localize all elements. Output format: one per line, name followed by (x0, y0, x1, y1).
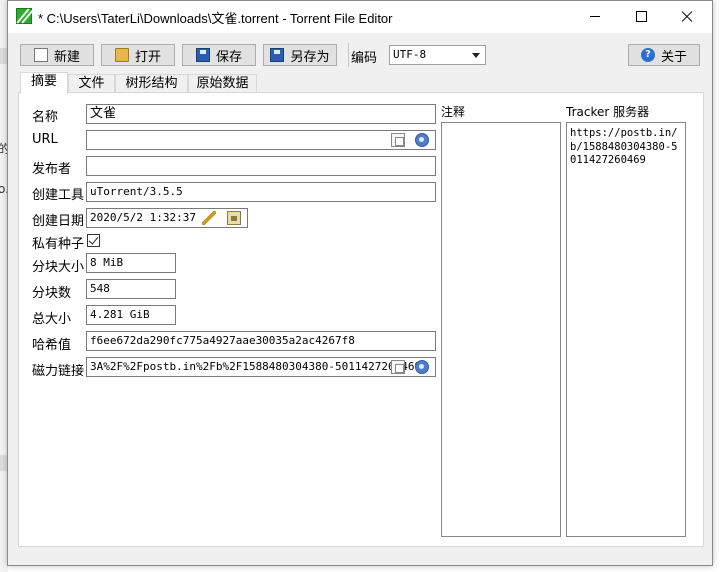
save-button[interactable]: 保存 (182, 44, 256, 66)
magnet-link-label: 磁力链接 (32, 364, 85, 379)
tracker-servers-textarea[interactable]: https://postb.in/b/1588480304380-5011427… (566, 122, 686, 537)
tab-files[interactable]: 文件 (68, 74, 115, 93)
url-label: URL (32, 132, 58, 147)
maximize-button[interactable] (618, 1, 664, 33)
creation-date-field[interactable]: 2020/5/2 1:32:37 (86, 208, 248, 228)
save-as-button-label: 另存为 (290, 49, 330, 65)
publisher-label: 发布者 (32, 162, 72, 177)
title-bar[interactable]: * C:\Users\TaterLi\Downloads\文雀.torrent … (8, 1, 712, 33)
window-title: * C:\Users\TaterLi\Downloads\文雀.torrent … (38, 11, 393, 26)
name-label: 名称 (32, 110, 59, 125)
folder-icon (114, 48, 129, 62)
piece-size-field[interactable]: 8 MiB (86, 253, 176, 273)
encoding-value: UTF-8 (393, 48, 427, 61)
tracker-servers-label: Tracker 服务器 (566, 105, 650, 119)
open-button-label: 打开 (134, 49, 161, 65)
open-button[interactable]: 打开 (101, 44, 175, 66)
tab-tree[interactable]: 树形结构 (115, 74, 188, 93)
piece-size-label: 分块大小 (32, 260, 85, 275)
private-torrent-checkbox[interactable] (87, 234, 100, 247)
tab-summary[interactable]: 摘要 (20, 72, 68, 94)
new-button[interactable]: 新建 (20, 44, 94, 66)
creation-date-label: 创建日期 (32, 214, 85, 229)
new-file-icon (33, 48, 48, 62)
hash-label: 哈希值 (32, 338, 72, 353)
created-by-field[interactable]: uTorrent/3.5.5 (86, 182, 436, 202)
toolbar-separator (348, 43, 349, 67)
encoding-select[interactable]: UTF-8 (389, 45, 486, 65)
minimize-icon (590, 16, 600, 17)
created-by-label: 创建工具 (32, 188, 85, 203)
comment-textarea[interactable] (441, 122, 561, 537)
new-button-label: 新建 (53, 49, 80, 65)
name-field[interactable]: 文雀 (86, 104, 436, 124)
chevron-down-icon (472, 53, 480, 58)
save-button-label: 保存 (215, 49, 242, 65)
about-button[interactable]: ? 关于 (628, 44, 700, 66)
close-button[interactable] (664, 1, 710, 33)
calendar-icon[interactable] (227, 211, 241, 225)
magnet-link-field[interactable]: 3A%2F%2Fpostb.in%2Fb%2F1588480304380-501… (86, 357, 436, 377)
private-torrent-label: 私有种子 (32, 237, 85, 252)
publisher-field[interactable] (86, 156, 436, 176)
comment-label: 注释 (441, 105, 466, 119)
help-icon: ? (640, 48, 655, 62)
tracker-url-text: https://postb.in/b/1588480304380-5011427… (570, 127, 678, 166)
open-link-icon[interactable] (415, 133, 429, 147)
floppy-disk-icon (195, 48, 210, 62)
minimize-button[interactable] (572, 1, 618, 33)
copy-icon[interactable] (391, 133, 405, 147)
save-as-button[interactable]: 另存为 (263, 44, 337, 66)
piece-count-field[interactable]: 548 (86, 279, 176, 299)
torrent-app-icon (16, 8, 32, 24)
copy-icon[interactable] (391, 360, 405, 374)
floppy-disk-icon (270, 48, 285, 62)
encoding-label: 编码 (351, 51, 378, 66)
piece-count-label: 分块数 (32, 286, 72, 301)
comment-text (442, 123, 560, 131)
total-size-label: 总大小 (32, 312, 72, 327)
about-button-label: 关于 (660, 49, 687, 65)
url-field[interactable] (86, 130, 436, 150)
clear-brush-icon[interactable] (202, 211, 216, 225)
tab-raw-data[interactable]: 原始数据 (188, 74, 257, 93)
total-size-field[interactable]: 4.281 GiB (86, 305, 176, 325)
hash-field[interactable]: f6ee672da290fc775a4927aae30035a2ac4267f8 (86, 331, 436, 351)
maximize-icon (636, 11, 647, 22)
open-link-icon[interactable] (415, 360, 429, 374)
